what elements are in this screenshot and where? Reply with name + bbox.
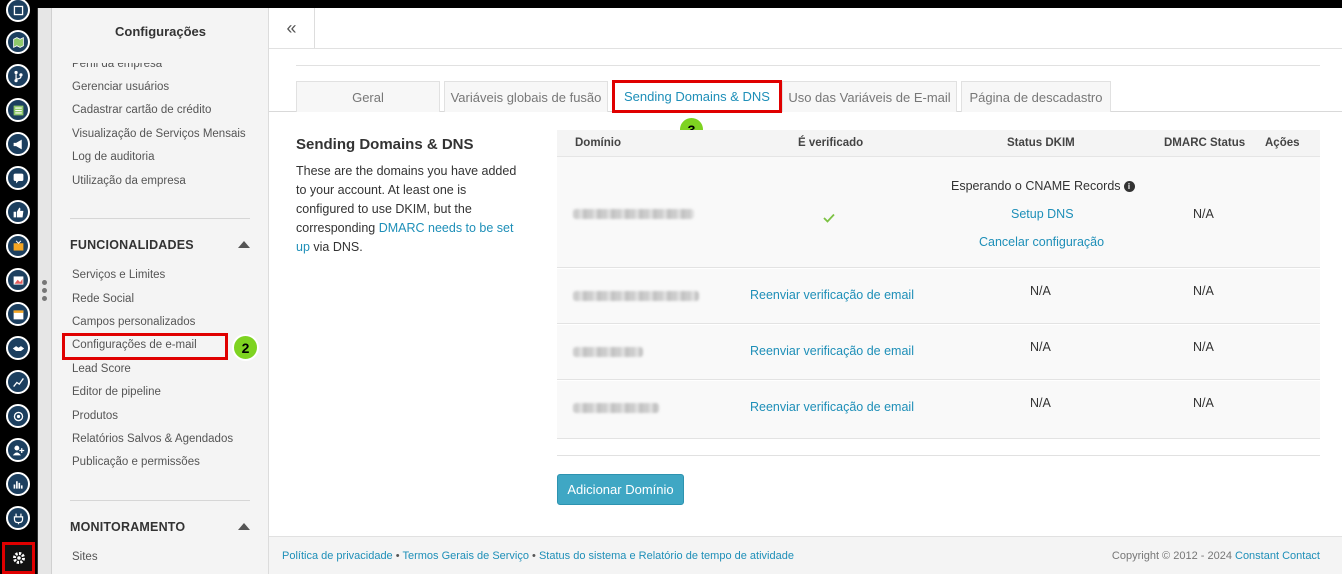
settings-gear-button[interactable] (2, 542, 35, 574)
system-status-link[interactable]: Status do sistema e Relatório de tempo d… (539, 550, 794, 562)
thumbs-up-icon[interactable] (6, 200, 30, 224)
settings-sidebar: Configurações Perfil da empresa Gerencia… (52, 8, 269, 574)
domain-redacted (573, 347, 643, 357)
panel-description: These are the domains you have added to … (296, 164, 517, 254)
calendar-icon[interactable] (6, 302, 30, 326)
dashboard-icon[interactable] (6, 0, 30, 22)
sidebar-item-monthly-services[interactable]: Visualização de Serviços Mensais (72, 128, 246, 140)
bar-chart-icon[interactable] (6, 472, 30, 496)
sidebar-item-pipeline-editor[interactable]: Editor de pipeline (72, 386, 161, 398)
tab-global-merge-variables[interactable]: Variáveis globais de fusão (444, 81, 608, 112)
sidebar-item-company-profile[interactable]: Perfil da empresa (72, 63, 162, 70)
tab-email-variables-usage[interactable]: Uso das Variáveis de E-mail (782, 81, 957, 112)
copyright: Copyright © 2012 - 2024 Constant Contact (1111, 550, 1320, 562)
add-domain-button[interactable]: Adicionar Domínio (557, 474, 684, 505)
col-actions: Ações (1265, 137, 1300, 149)
resend-verification-link[interactable]: Reenviar verificação de email (750, 344, 914, 358)
sidebar-item-products[interactable]: Produtos (72, 410, 118, 422)
step-badge-2: 2 (232, 334, 259, 361)
col-verified: É verificado (798, 137, 864, 149)
highlight-email-settings (62, 333, 228, 360)
chat-icon[interactable] (6, 166, 30, 190)
sidebar-divider (70, 500, 250, 501)
sidebar-item-publishing-permissions[interactable]: Publicação e permissões (72, 456, 200, 468)
collapse-sidebar-button[interactable]: « (269, 8, 315, 48)
terms-link[interactable]: Termos Gerais de Serviço (402, 550, 529, 562)
caret-up-icon (238, 241, 250, 248)
dmarc-value: N/A (1193, 340, 1214, 354)
section-monitoring[interactable]: MONITORAMENTO (70, 520, 250, 534)
sidebar-item-credit-card[interactable]: Cadastrar cartão de crédito (72, 104, 211, 116)
sidebar-item-social-network[interactable]: Rede Social (72, 293, 134, 305)
dmarc-value: N/A (1193, 284, 1214, 298)
dkim-value: N/A (1030, 340, 1051, 354)
footer-links: Política de privacidade • Termos Gerais … (282, 550, 794, 562)
col-dmarc-status: DMARC Status (1164, 137, 1246, 149)
col-domain: Domínio (575, 137, 621, 149)
sidebar-item-services-limits[interactable]: Serviços e Limites (72, 269, 165, 281)
setup-dns-link[interactable]: Setup DNS (1011, 207, 1074, 221)
sidebar-divider (70, 218, 250, 219)
footer: Política de privacidade • Termos Gerais … (269, 536, 1342, 574)
list-icon[interactable] (6, 98, 30, 122)
resend-verification-link[interactable]: Reenviar verificação de email (750, 400, 914, 414)
domain-redacted (573, 403, 659, 413)
gear-icon (12, 552, 25, 564)
image-icon[interactable] (6, 268, 30, 292)
domain-redacted (573, 209, 694, 219)
plug-icon[interactable] (6, 506, 30, 530)
caret-up-icon (238, 523, 250, 530)
tv-icon[interactable] (6, 234, 30, 258)
branch-icon[interactable] (6, 64, 30, 88)
handshake-icon[interactable] (6, 336, 30, 360)
resend-verification-link[interactable]: Reenviar verificação de email (750, 288, 914, 302)
sidebar-item-lead-score[interactable]: Lead Score (72, 363, 131, 375)
tab-unsubscribe-page[interactable]: Página de descadastro (961, 81, 1111, 112)
sidebar-item-audit-log[interactable]: Log de auditoria (72, 151, 154, 163)
cancel-setup-link[interactable]: Cancelar configuração (979, 235, 1104, 249)
chart-up-icon[interactable] (6, 370, 30, 394)
sidebar-item-sites[interactable]: Sites (72, 551, 98, 563)
table-row: Reenviar verificação de email N/A N/A (557, 269, 1320, 324)
table-row: Reenviar verificação de email N/A N/A (557, 381, 1320, 439)
map-icon[interactable] (6, 30, 30, 54)
tab-sending-domains-dns[interactable]: Sending Domains & DNS (612, 80, 782, 113)
panel-title: Sending Domains & DNS (296, 136, 474, 153)
support-icon[interactable] (6, 404, 30, 428)
dkim-status-text: Esperando o CNAME Records i (951, 179, 1135, 193)
table-row: Esperando o CNAME Records i Setup DNS Can… (557, 157, 1320, 268)
table-header: Domínio É verificado Status DKIM DMARC S… (557, 130, 1320, 157)
dkim-value: N/A (1030, 284, 1051, 298)
section-features[interactable]: FUNCIONALIDADES (70, 238, 250, 252)
dkim-value: N/A (1030, 396, 1051, 410)
app-icon-rail (0, 0, 38, 574)
dmarc-value: N/A (1193, 396, 1214, 410)
double-chevron-left-icon: « (286, 17, 297, 38)
privacy-policy-link[interactable]: Política de privacidade (282, 550, 393, 562)
info-icon[interactable]: i (1123, 181, 1135, 192)
sidebar-item-manage-users[interactable]: Gerenciar usuários (72, 81, 169, 93)
add-user-icon[interactable] (6, 438, 30, 462)
domain-redacted (573, 291, 699, 301)
tab-general[interactable]: Geral (296, 81, 440, 112)
sidebar-resize-handle[interactable] (38, 8, 52, 574)
brand-link[interactable]: Constant Contact (1235, 550, 1320, 562)
main-content: « Geral Variáveis globais de fusão Sendi… (269, 8, 1342, 574)
table-row: Reenviar verificação de email N/A N/A (557, 325, 1320, 380)
top-black-bar (0, 0, 1342, 8)
sidebar-title: Configurações (114, 24, 206, 39)
dmarc-value: N/A (1193, 207, 1214, 221)
check-icon (823, 213, 835, 223)
col-dkim-status: Status DKIM (1007, 137, 1075, 149)
sidebar-item-saved-reports[interactable]: Relatórios Salvos & Agendados (72, 433, 233, 445)
megaphone-icon[interactable] (6, 132, 30, 156)
sidebar-item-company-usage[interactable]: Utilização da empresa (72, 175, 186, 187)
sidebar-item-custom-fields[interactable]: Campos personalizados (72, 316, 195, 328)
